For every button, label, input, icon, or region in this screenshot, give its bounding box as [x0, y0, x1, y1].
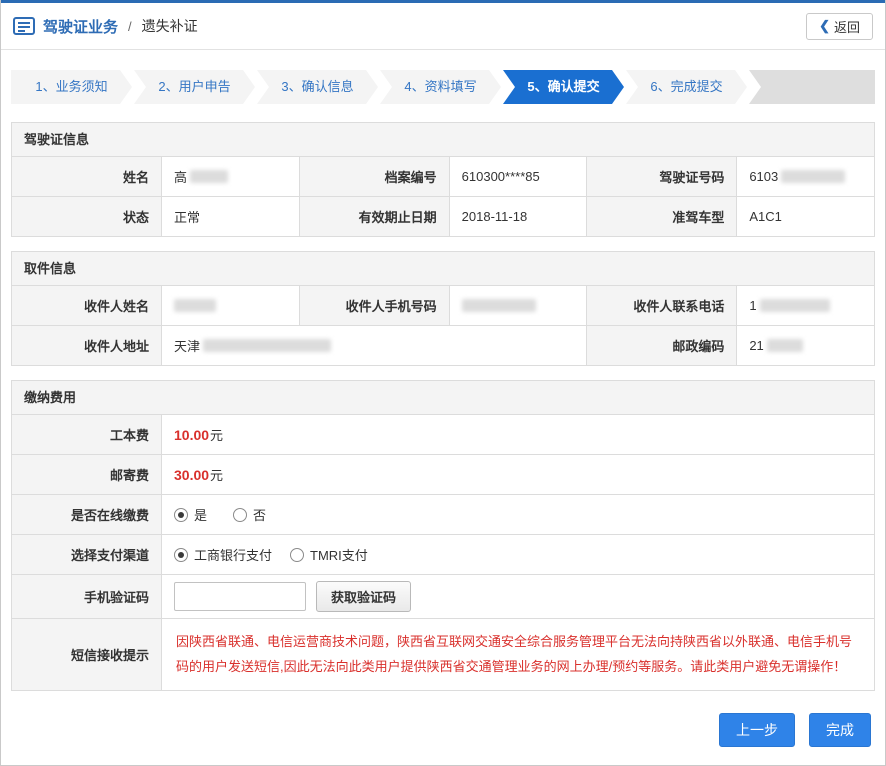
step-tab-6[interactable]: 6、完成提交: [626, 70, 747, 104]
step-tab-4[interactable]: 4、资料填写: [380, 70, 501, 104]
online-pay-label: 是否在线缴费: [12, 495, 162, 535]
back-button[interactable]: ❮ 返回: [806, 13, 873, 40]
breadcrumb-separator: /: [128, 19, 132, 34]
step-bar-filler: [749, 70, 875, 104]
pickup-info-section: 取件信息 收件人姓名 收件人手机号码 收件人联系电话 1 收件人地址 天津 邮政…: [11, 251, 875, 366]
status-label: 状态: [12, 197, 162, 237]
recipient-mobile-value: [450, 286, 588, 326]
page-title: 驾驶证业务: [43, 16, 118, 37]
postcode-label: 邮政编码: [587, 326, 737, 366]
license-section-title: 驾驶证信息: [11, 122, 875, 157]
radio-no-icon[interactable]: [233, 508, 247, 522]
radio-tmri-label: TMRI支付: [310, 545, 368, 564]
get-code-button[interactable]: 获取验证码: [316, 581, 411, 612]
redacted-postcode: [767, 339, 803, 352]
license-no-label: 驾驶证号码: [587, 157, 737, 197]
license-info-section: 驾驶证信息 姓名 高 档案编号 610300****85 驾驶证号码 6103 …: [11, 122, 875, 237]
status-value: 正常: [162, 197, 300, 237]
vehicle-type-label: 准驾车型: [587, 197, 737, 237]
radio-icbc-icon[interactable]: [174, 548, 188, 562]
postcode-value: 21: [737, 326, 875, 366]
step-tab-3[interactable]: 3、确认信息: [257, 70, 378, 104]
recipient-phone-value: 1: [737, 286, 875, 326]
license-info-table: 姓名 高 档案编号 610300****85 驾驶证号码 6103 状态 正常 …: [11, 157, 875, 237]
sms-notice-cell: 因陕西省联通、电信运营商技术问题，陕西省互联网交通安全综合服务管理平台无法向持陕…: [162, 619, 875, 691]
back-button-label: 返回: [834, 17, 860, 36]
name-label: 姓名: [12, 157, 162, 197]
file-no-label: 档案编号: [300, 157, 450, 197]
fees-section-title: 缴纳费用: [11, 380, 875, 415]
sms-code-row: 获取验证码: [162, 575, 875, 619]
recipient-name-value: [162, 286, 300, 326]
header: 驾驶证业务 / 遗失补证 ❮ 返回: [1, 3, 885, 50]
fees-section: 缴纳费用 工本费 10.00元 邮寄费 30.00元 是否在线缴费 是: [11, 380, 875, 691]
cost-fee-value: 10.00元: [162, 415, 875, 455]
pay-channel-label: 选择支付渠道: [12, 535, 162, 575]
postage-fee-value: 30.00元: [162, 455, 875, 495]
sms-code-label: 手机验证码: [12, 575, 162, 619]
redacted-license-no: [781, 170, 845, 183]
footer-actions: 上一步 完成: [1, 713, 871, 747]
radio-icbc-label: 工商银行支付: [194, 545, 272, 564]
finish-button[interactable]: 完成: [809, 713, 871, 747]
address-value: 天津: [162, 326, 587, 366]
vehicle-type-value: A1C1: [737, 197, 875, 237]
step-navigation: 1、业务须知 2、用户申告 3、确认信息 4、资料填写 5、确认提交 6、完成提…: [11, 70, 875, 104]
license-card-icon: [13, 16, 35, 36]
redacted-recipient-name: [174, 299, 216, 312]
fees-table: 工本费 10.00元 邮寄费 30.00元 是否在线缴费 是 否: [11, 415, 875, 691]
step-tab-2[interactable]: 2、用户申告: [134, 70, 255, 104]
online-pay-options: 是 否: [162, 495, 875, 535]
recipient-name-label: 收件人姓名: [12, 286, 162, 326]
pickup-info-table: 收件人姓名 收件人手机号码 收件人联系电话 1 收件人地址 天津 邮政编码 21: [11, 286, 875, 366]
breadcrumb-current: 遗失补证: [142, 16, 198, 36]
recipient-phone-label: 收件人联系电话: [587, 286, 737, 326]
postage-fee-label: 邮寄费: [12, 455, 162, 495]
recipient-mobile-label: 收件人手机号码: [300, 286, 450, 326]
step-tab-1[interactable]: 1、业务须知: [11, 70, 132, 104]
pay-channel-options: 工商银行支付 TMRI支付: [162, 535, 875, 575]
redacted-address: [203, 339, 331, 352]
address-label: 收件人地址: [12, 326, 162, 366]
radio-no-label: 否: [253, 505, 266, 524]
previous-step-button[interactable]: 上一步: [719, 713, 795, 747]
pickup-section-title: 取件信息: [11, 251, 875, 286]
expiry-label: 有效期止日期: [300, 197, 450, 237]
radio-yes-label: 是: [194, 505, 207, 524]
sms-notice-text: 因陕西省联通、电信运营商技术问题，陕西省互联网交通安全综合服务管理平台无法向持陕…: [176, 630, 860, 679]
license-no-value: 6103: [737, 157, 875, 197]
sms-notice-label: 短信接收提示: [12, 619, 162, 691]
radio-option-yes[interactable]: 是: [174, 505, 207, 524]
redacted-recipient-phone: [760, 299, 830, 312]
step-tab-5-active[interactable]: 5、确认提交: [503, 70, 624, 104]
radio-tmri-icon[interactable]: [290, 548, 304, 562]
name-value: 高: [162, 157, 300, 197]
redacted-recipient-mobile: [462, 299, 536, 312]
header-left: 驾驶证业务 / 遗失补证: [13, 16, 198, 37]
expiry-value: 2018-11-18: [450, 197, 588, 237]
cost-fee-label: 工本费: [12, 415, 162, 455]
radio-option-icbc[interactable]: 工商银行支付: [174, 545, 272, 564]
file-no-value: 610300****85: [450, 157, 588, 197]
redacted-name: [190, 170, 228, 183]
radio-option-tmri[interactable]: TMRI支付: [290, 545, 368, 564]
radio-yes-icon[interactable]: [174, 508, 188, 522]
radio-option-no[interactable]: 否: [233, 505, 266, 524]
sms-code-input[interactable]: [174, 582, 306, 611]
page: 驾驶证业务 / 遗失补证 ❮ 返回 1、业务须知 2、用户申告 3、确认信息 4…: [0, 0, 886, 766]
back-chevron-icon: ❮: [819, 18, 830, 34]
